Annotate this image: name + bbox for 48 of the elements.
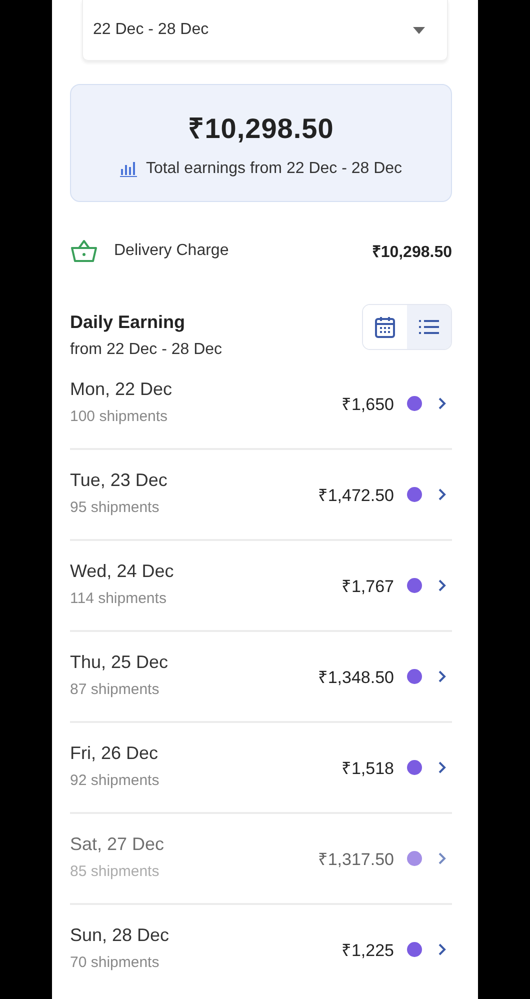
row-date: Mon, 22 Dec [70, 378, 174, 400]
row-amount: ₹1,225 [341, 940, 394, 961]
daily-earning-row[interactable]: Sun, 28 Dec 70 shipments ₹1,225 [70, 905, 452, 994]
summary-caption: Total earnings from 22 Dec - 28 Dec [146, 160, 402, 178]
section-subtitle: from 22 Dec - 28 Dec [70, 341, 222, 359]
daily-earning-row[interactable]: Tue, 23 Dec 95 shipments ₹1,472.50 [70, 450, 452, 541]
row-date: Fri, 26 Dec [70, 742, 160, 764]
charge-label: Delivery Charge [114, 242, 230, 260]
section-title: Daily Earning [70, 312, 186, 333]
daily-earning-row[interactable]: Thu, 25 Dec 87 shipments ₹1,348.50 [70, 632, 452, 723]
row-date: Sat, 27 Dec [70, 834, 166, 854]
row-amount: ₹1,518 [341, 758, 394, 779]
shipment-count: 100 shipments [70, 408, 169, 424]
total-amount: ₹10,298.50 [188, 112, 334, 146]
row-date: Thu, 25 Dec [70, 652, 170, 672]
shipment-count: 87 shipments [70, 680, 160, 698]
daily-earning-row[interactable]: Wed, 24 Dec 114 shipments ₹1,767 [70, 541, 452, 632]
chevron-right-icon [438, 397, 446, 410]
row-amount: ₹1,767 [341, 576, 394, 597]
daily-earning-row[interactable]: Mon, 22 Dec 100 shipments ₹1,650 [70, 359, 452, 450]
calendar-icon [375, 316, 395, 338]
chevron-right-icon [438, 852, 446, 865]
list-icon [419, 320, 439, 334]
dropdown-caret-icon [413, 26, 425, 34]
shipment-count: 95 shipments [70, 498, 160, 516]
daily-earning-row[interactable]: Sat, 27 Dec 85 shipments ₹1,317.50 [70, 814, 452, 905]
row-date: Wed, 24 Dec [70, 560, 175, 582]
chevron-right-icon [438, 579, 446, 592]
shipment-count: 85 shipments [70, 862, 160, 880]
row-amount: ₹1,650 [341, 394, 394, 415]
basket-icon [70, 239, 98, 263]
shipment-count: 114 shipments [70, 590, 168, 606]
date-range-dropdown[interactable]: 22 Dec - 28 Dec [82, 0, 448, 61]
charge-amount: ₹10,298.50 [372, 243, 452, 262]
shipment-count: 70 shipments [70, 954, 160, 970]
list-view-button[interactable] [407, 305, 451, 349]
daily-earning-row[interactable]: Fri, 26 Dec 92 shipments ₹1,518 [70, 723, 452, 814]
chevron-right-icon [438, 761, 446, 774]
shipment-count: 92 shipments [70, 772, 160, 788]
row-amount: ₹1,317.50 [318, 849, 394, 870]
row-date: Tue, 23 Dec [70, 470, 168, 490]
row-amount: ₹1,472.50 [318, 485, 394, 506]
row-amount: ₹1,348.50 [318, 667, 394, 688]
row-date: Sun, 28 Dec [70, 924, 170, 946]
bar-chart-icon [120, 161, 140, 177]
chevron-right-icon [438, 943, 446, 956]
chevron-right-icon [438, 488, 446, 501]
chevron-right-icon [438, 670, 446, 683]
